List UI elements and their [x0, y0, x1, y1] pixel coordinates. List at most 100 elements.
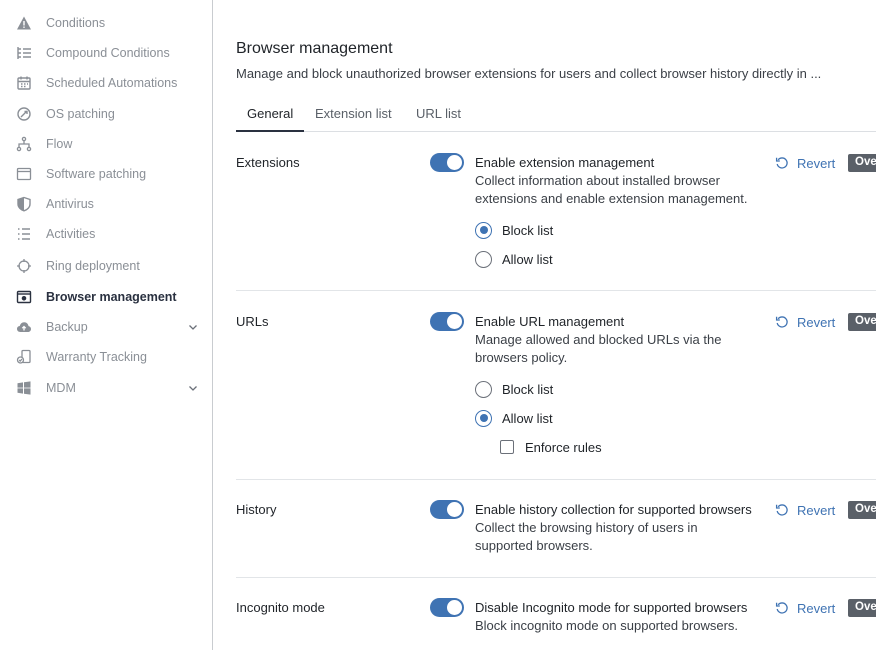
radio-label: Allow list — [502, 410, 553, 426]
radio-label: Allow list — [502, 251, 553, 267]
incognito-toggle[interactable] — [430, 598, 464, 617]
sidebar-item-warranty-tracking[interactable]: Warranty Tracking — [0, 342, 213, 372]
setting-description: Block incognito mode on supported browse… — [475, 617, 738, 635]
sidebar-item-label: Browser management — [46, 290, 177, 304]
sidebar-item-label: Conditions — [46, 16, 106, 30]
override-badge[interactable]: Ove — [848, 599, 876, 617]
override-badge[interactable]: Ove — [848, 313, 876, 331]
sidebar-item-scheduled-automations[interactable]: Scheduled Automations — [0, 68, 213, 98]
revert-label: Revert — [797, 600, 836, 616]
urls-section: URLs Enable URL management Manage allowe… — [236, 291, 876, 480]
target-icon — [15, 258, 32, 275]
radio-label: Block list — [502, 381, 554, 397]
flow-icon — [15, 136, 32, 153]
radio-button[interactable] — [475, 221, 492, 239]
sidebar-item-label: Flow — [46, 137, 73, 151]
chevron-down-icon[interactable] — [187, 382, 199, 394]
radio-label: Block list — [502, 222, 554, 238]
page-subtitle: Manage and block unauthorized browser ex… — [236, 66, 822, 81]
patch-icon — [15, 106, 32, 123]
chevron-down-icon[interactable] — [187, 321, 199, 333]
revert-icon — [775, 602, 788, 614]
extension-management-toggle[interactable] — [430, 153, 464, 172]
main-content: Browser management Manage and block unau… — [236, 0, 876, 650]
description-line: browsers policy. — [475, 350, 568, 365]
sidebar-item-label: Backup — [46, 320, 88, 334]
shield-icon — [15, 196, 32, 213]
tab-url-list[interactable]: URL list — [405, 100, 472, 132]
sidebar-item-label: OS patching — [46, 107, 115, 121]
sidebar-item-software-patching[interactable]: Software patching — [0, 159, 213, 189]
url-management-toggle[interactable] — [430, 312, 464, 331]
page-title: Browser management — [236, 40, 393, 57]
warning-icon — [15, 15, 32, 32]
revert-label: Revert — [797, 155, 836, 171]
incognito-section: Incognito mode Disable Incognito mode fo… — [236, 578, 876, 650]
checkbox-label: Enforce rules — [525, 439, 602, 455]
list-icon — [15, 226, 32, 243]
sidebar-item-activities[interactable]: Activities — [0, 219, 213, 249]
setting-title: Enable URL management — [475, 314, 625, 329]
sidebar-item-ring-deployment[interactable]: Ring deployment — [0, 251, 213, 281]
sidebar-item-antivirus[interactable]: Antivirus — [0, 189, 213, 219]
setting-title: Disable Incognito mode for supported bro… — [475, 600, 748, 615]
description-line: Collect information about installed brow… — [475, 173, 720, 188]
sidebar-item-flow[interactable]: Flow — [0, 129, 213, 159]
device-check-icon — [15, 349, 32, 366]
cloud-upload-icon — [15, 319, 32, 336]
windows-icon — [15, 380, 32, 397]
revert-icon — [775, 316, 788, 328]
section-label: Incognito mode — [236, 600, 325, 615]
revert-label: Revert — [797, 314, 836, 330]
radio-allow-list[interactable]: Allow list — [475, 249, 553, 269]
description-line: supported browsers. — [475, 538, 593, 553]
radio-block-list[interactable]: Block list — [475, 220, 553, 240]
history-section: History Enable history collection for su… — [236, 480, 876, 578]
override-badge[interactable]: Ove — [848, 154, 876, 172]
extensions-section: Extensions Enable extension management C… — [236, 132, 876, 291]
toggle-knob — [447, 502, 462, 517]
sidebar-item-os-patching[interactable]: OS patching — [0, 99, 213, 129]
setting-description: Collect information about installed brow… — [475, 172, 747, 208]
radio-block-list[interactable]: Block list — [475, 379, 553, 399]
tab-extension-list[interactable]: Extension list — [304, 100, 403, 132]
override-label: Ove — [855, 156, 876, 168]
sidebar-item-label: Warranty Tracking — [46, 350, 147, 364]
revert-button[interactable]: Revert — [775, 598, 835, 618]
section-label: URLs — [236, 314, 269, 329]
revert-button[interactable]: Revert — [775, 153, 835, 173]
description-line: extensions and enable extension manageme… — [475, 191, 748, 206]
enforce-rules-checkbox[interactable] — [500, 440, 514, 454]
history-collection-toggle[interactable] — [430, 500, 464, 519]
sidebar-item-mdm[interactable]: MDM — [0, 373, 213, 403]
toggle-knob — [447, 155, 462, 170]
sidebar-item-backup[interactable]: Backup — [0, 312, 213, 342]
section-label: History — [236, 502, 277, 517]
radio-button[interactable] — [475, 409, 492, 427]
override-label: Ove — [855, 315, 876, 327]
sidebar-item-browser-management[interactable]: Browser management — [0, 282, 213, 312]
sidebar-item-compound-conditions[interactable]: Compound Conditions — [0, 38, 213, 68]
sidebar-item-label: Activities — [46, 227, 96, 241]
browser-gear-icon — [15, 289, 32, 306]
list-tree-icon — [15, 45, 32, 62]
sidebar-item-conditions[interactable]: Conditions — [0, 8, 213, 38]
enforce-rules-checkbox-row[interactable]: Enforce rules — [500, 437, 602, 457]
setting-description: Collect the browsing history of users in… — [475, 519, 698, 555]
radio-button[interactable] — [475, 380, 492, 398]
section-label: Extensions — [236, 155, 300, 170]
radio-button[interactable] — [475, 250, 492, 268]
sidebar-item-label: Scheduled Automations — [46, 76, 178, 90]
tab-general[interactable]: General — [236, 100, 305, 132]
override-badge[interactable]: Ove — [848, 501, 876, 519]
revert-button[interactable]: Revert — [775, 500, 835, 520]
sidebar-item-label: Antivirus — [46, 197, 94, 211]
window-icon — [15, 166, 32, 183]
revert-button[interactable]: Revert — [775, 312, 835, 332]
description-line: Collect the browsing history of users in — [475, 520, 698, 535]
revert-icon — [775, 157, 788, 169]
toggle-knob — [447, 314, 462, 329]
radio-allow-list[interactable]: Allow list — [475, 408, 553, 428]
setting-title: Enable extension management — [475, 155, 655, 170]
revert-icon — [775, 504, 788, 516]
